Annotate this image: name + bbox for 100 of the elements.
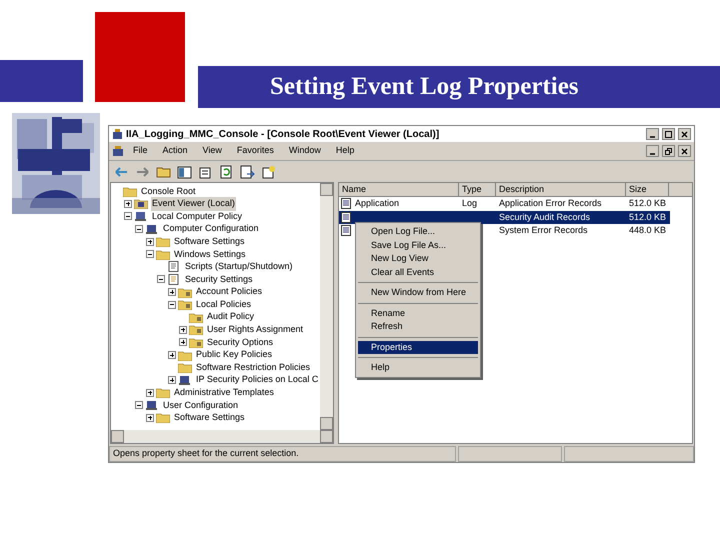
restore-button[interactable]	[662, 145, 675, 157]
tree-item[interactable]: Security Options	[206, 336, 274, 350]
expander-box[interactable]	[124, 212, 132, 220]
expander-box[interactable]	[157, 275, 165, 284]
tree-item[interactable]: Software Restriction Policies	[195, 360, 312, 374]
expander-box[interactable]	[179, 338, 187, 346]
menu-item[interactable]: Help	[358, 361, 478, 374]
table-cell: 512.0 KB	[629, 198, 666, 208]
table-cell: System Error Records	[499, 225, 588, 235]
folder-icon	[156, 164, 170, 178]
menu-item[interactable]: Clear all Events	[358, 266, 478, 279]
menu-item[interactable]: Open Log File...	[358, 225, 478, 238]
tree-item[interactable]: Local Computer Policy	[151, 210, 244, 224]
expander-box[interactable]	[146, 414, 154, 422]
log-icon	[341, 198, 351, 210]
column-header[interactable]: Description	[496, 183, 626, 197]
tree-item[interactable]: Security Settings	[184, 272, 254, 286]
column-header[interactable]: Type	[459, 183, 496, 197]
close-button[interactable]	[678, 145, 691, 157]
expander-box[interactable]	[146, 250, 154, 258]
table-cell: 448.0 KB	[629, 225, 666, 235]
back-arrow-icon	[114, 164, 128, 178]
tree-item[interactable]: Computer Configuration	[162, 222, 260, 236]
tree-item[interactable]: User Rights Assignment	[206, 323, 304, 337]
document-icon	[167, 261, 181, 272]
tree-item[interactable]: Audit Policy	[206, 310, 256, 324]
close-button[interactable]	[678, 128, 691, 140]
menu-item[interactable]: File	[127, 144, 154, 158]
expander-box[interactable]	[146, 238, 154, 246]
menu-item[interactable]: Save Log File As...	[358, 238, 478, 252]
properties-icon	[198, 164, 212, 178]
folder-icon	[156, 412, 170, 424]
slide-title: Setting Event Log Properties	[270, 72, 579, 102]
computer-icon	[178, 374, 192, 386]
tree-item[interactable]: Software Settings	[173, 234, 246, 248]
scrollbar[interactable]	[111, 430, 333, 443]
minimize-button[interactable]	[646, 128, 659, 140]
scrollbar[interactable]	[320, 183, 333, 430]
column-header[interactable]: Name	[339, 183, 459, 197]
menu-item[interactable]: Refresh	[358, 320, 478, 334]
folder-icon	[156, 236, 170, 248]
tree-item[interactable]: Local Policies	[195, 298, 252, 312]
pane-icon	[176, 164, 192, 178]
log-icon	[341, 212, 351, 223]
expander-box[interactable]	[168, 288, 176, 296]
menu-item[interactable]: Help	[330, 144, 360, 158]
folder-icon	[178, 286, 192, 298]
maximize-button[interactable]	[662, 128, 675, 140]
tree-item[interactable]: Software Settings	[173, 411, 246, 425]
menu-item[interactable]: New Window from Here	[358, 286, 478, 300]
list-row[interactable]: Security Audit Records 512.0 KB	[339, 210, 670, 224]
window-title: IIA_Logging_MMC_Console - [Console Root\Event Viewer (Local)]	[126, 128, 440, 142]
menu-item[interactable]: Rename	[358, 306, 478, 320]
console-icon	[112, 145, 124, 157]
table-cell: Application Error Records	[499, 198, 602, 208]
tree-item[interactable]: Windows Settings	[173, 248, 247, 262]
menu-item[interactable]: New Log View	[358, 252, 478, 266]
folder-icon	[134, 198, 148, 210]
menu-item[interactable]: Action	[156, 144, 194, 158]
status-bar: Opens property sheet for the current selection.	[109, 446, 456, 462]
table-cell: Security Audit Records	[499, 212, 590, 222]
menu-item[interactable]: Properties	[358, 340, 478, 354]
tree-item[interactable]: IP Security Policies on Local C	[195, 373, 320, 387]
close-icon	[681, 130, 688, 138]
tree-item[interactable]: Event Viewer (Local)	[151, 197, 236, 211]
expander-box[interactable]	[168, 300, 176, 309]
tree-item[interactable]: Account Policies	[195, 285, 264, 299]
tree-item[interactable]: Administrative Templates	[173, 386, 275, 400]
log-icon	[341, 225, 351, 236]
table-cell-text: Application	[355, 197, 400, 210]
folder-icon	[178, 362, 192, 374]
folder-icon	[178, 299, 192, 310]
folder-icon	[189, 312, 203, 323]
tree-item[interactable]: User Configuration	[162, 398, 240, 412]
computer-icon	[145, 400, 159, 411]
tree-item[interactable]: Public Key Policies	[195, 348, 274, 362]
menu-item[interactable]: View	[196, 144, 228, 158]
table-cell: 512.0 KB	[629, 212, 666, 222]
maximize-icon	[665, 130, 672, 138]
minimize-button[interactable]	[646, 145, 659, 157]
console-icon	[112, 128, 123, 140]
document-icon	[167, 274, 181, 285]
folder-icon	[189, 336, 203, 348]
tree-item[interactable]: Console Root	[140, 184, 197, 198]
table-cell: Log	[462, 198, 478, 208]
menu-item[interactable]: Favorites	[230, 144, 280, 158]
computer-icon	[134, 210, 148, 222]
column-header[interactable]: Size	[626, 183, 669, 197]
export-icon	[240, 164, 254, 178]
folder-icon	[156, 248, 170, 260]
expander-box[interactable]	[124, 200, 132, 208]
close-icon	[681, 148, 688, 154]
tree-item[interactable]: Scripts (Startup/Shutdown)	[184, 260, 294, 274]
expander-box[interactable]	[135, 225, 143, 234]
expander-box[interactable]	[168, 351, 176, 360]
expander-box[interactable]	[168, 376, 176, 384]
expander-box[interactable]	[135, 401, 143, 410]
expander-box[interactable]	[146, 388, 154, 397]
expander-box[interactable]	[179, 326, 187, 334]
menu-item[interactable]: Window	[282, 144, 327, 158]
